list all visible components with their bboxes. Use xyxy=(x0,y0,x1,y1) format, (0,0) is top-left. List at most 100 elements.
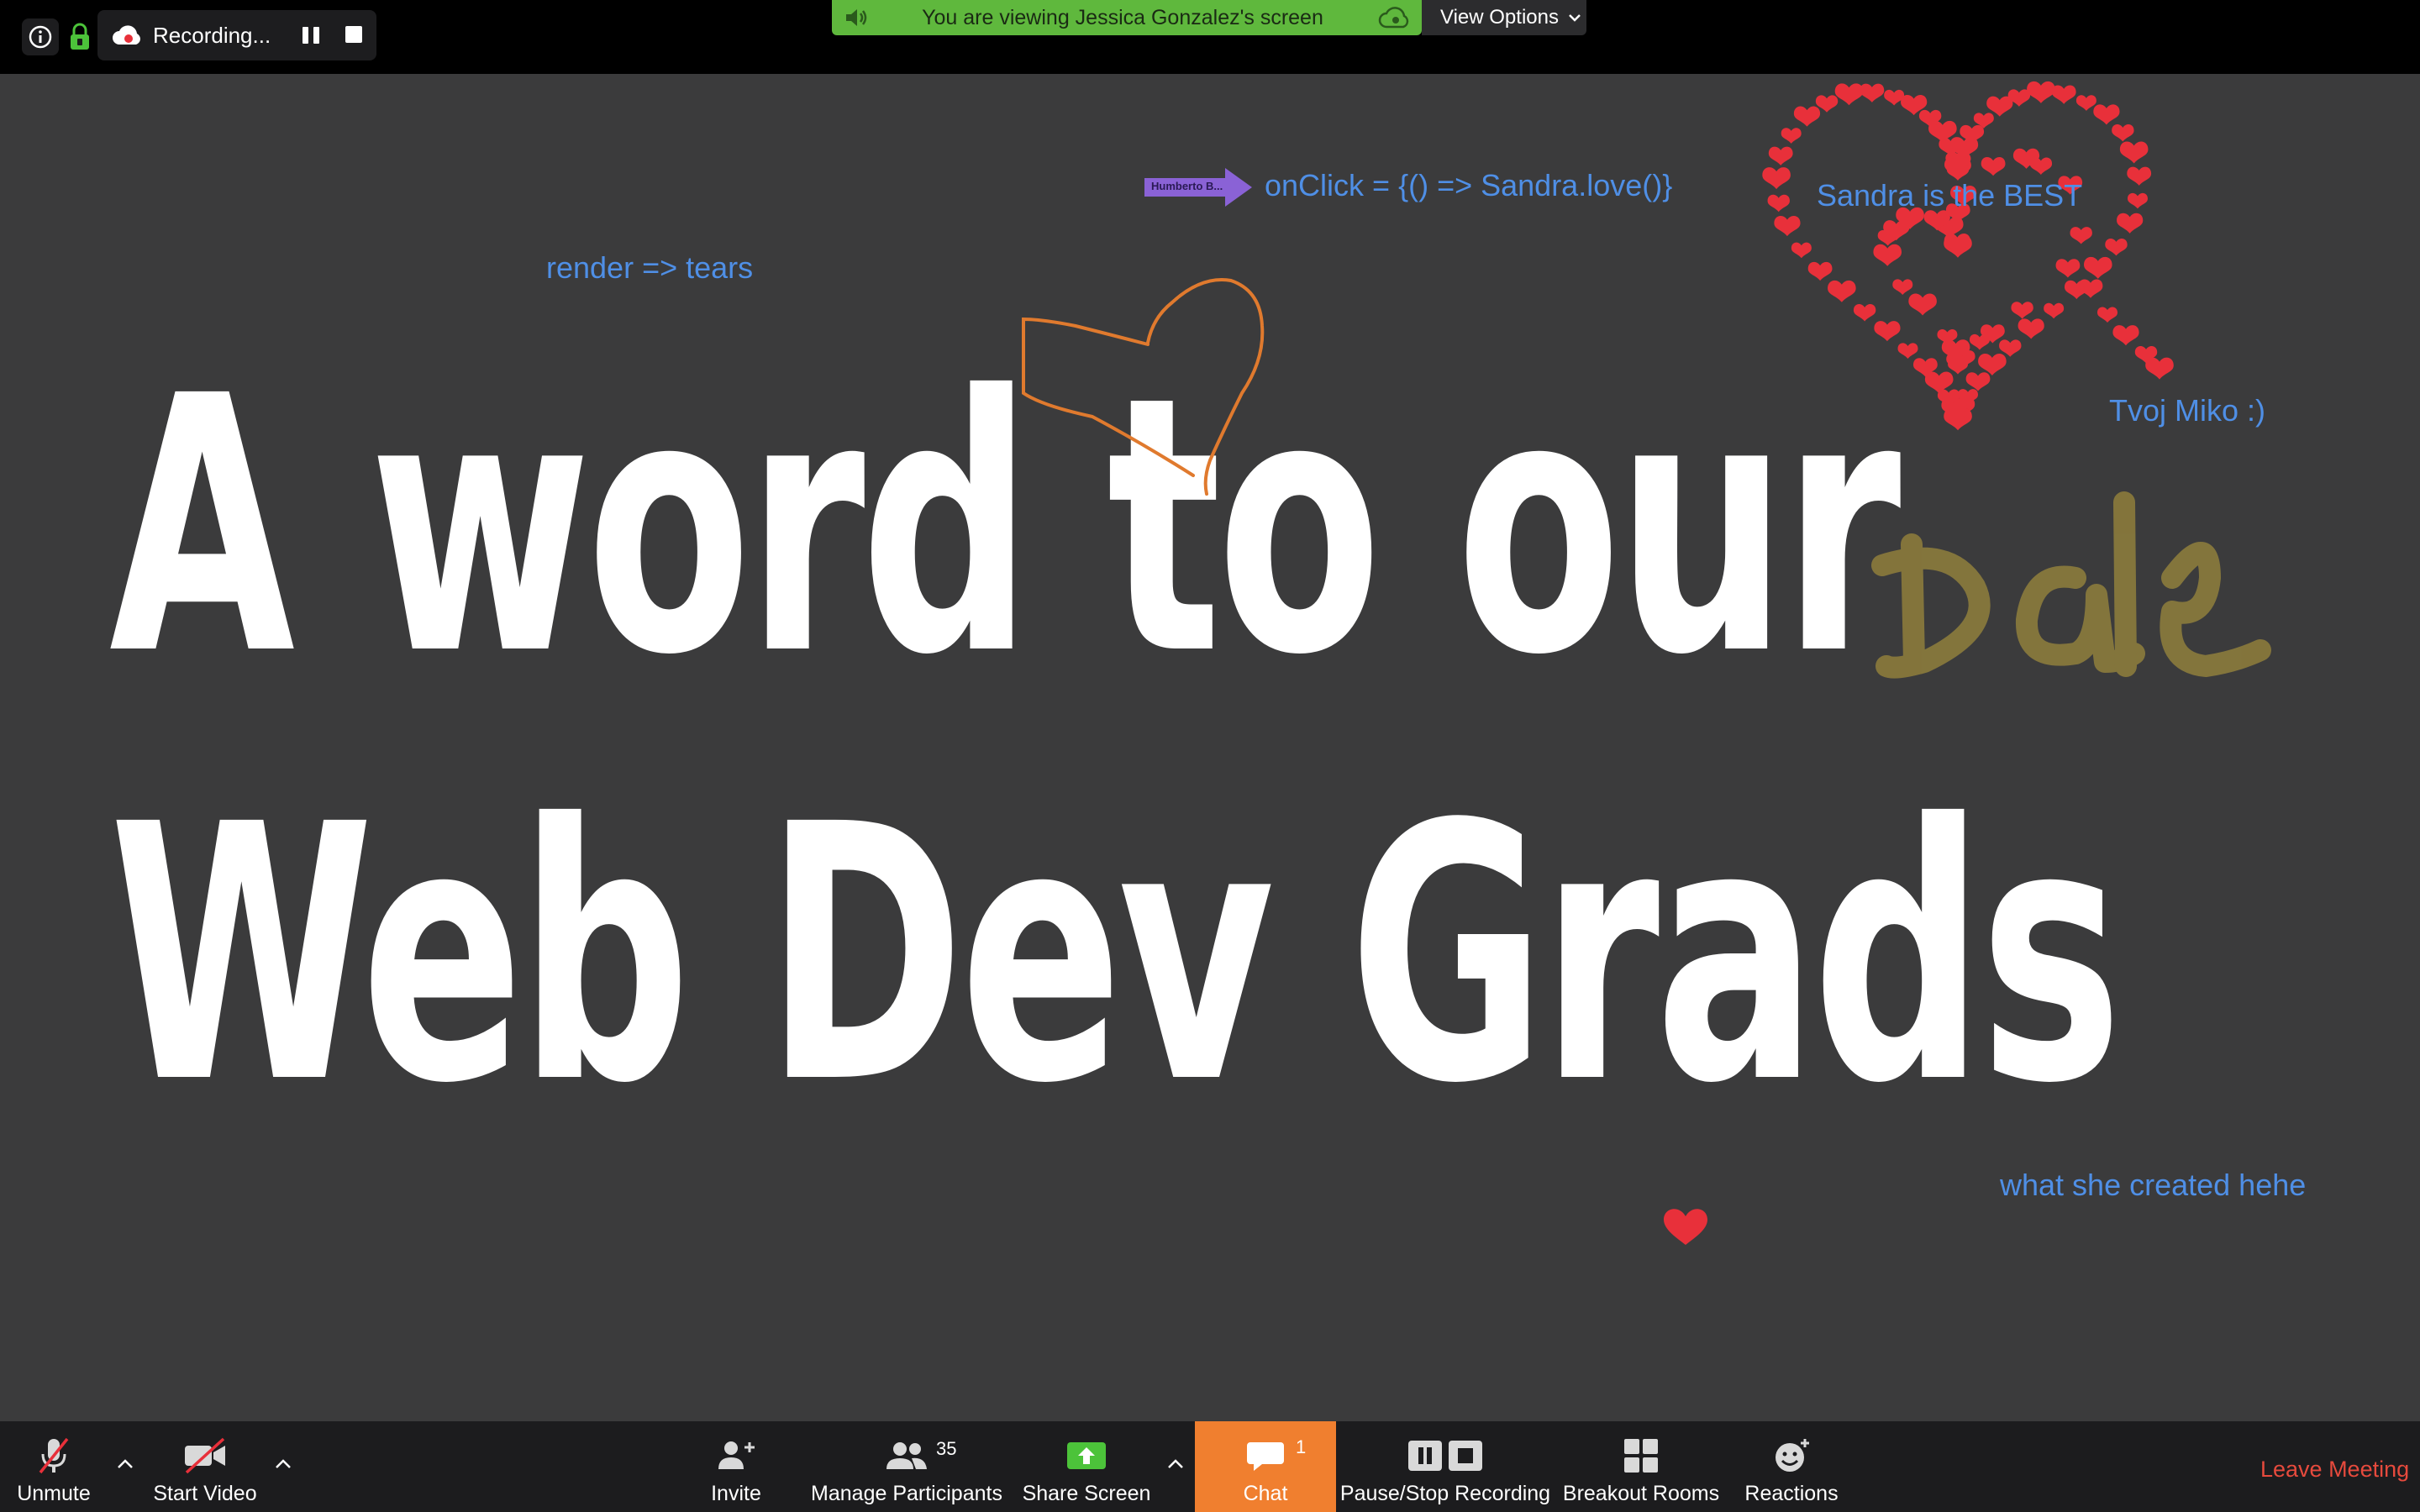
small-heart xyxy=(1944,235,1972,258)
pause-stop-icons xyxy=(1403,1435,1487,1477)
small-heart xyxy=(2070,227,2092,244)
start-video-button[interactable]: Start Video xyxy=(146,1421,264,1512)
add-person-icon xyxy=(711,1435,761,1477)
small-heart xyxy=(2127,192,2148,209)
pause-stop-recording-label: Pause/Stop Recording xyxy=(1339,1482,1551,1505)
small-heart xyxy=(2075,95,2096,111)
reactions-icon xyxy=(1766,1435,1817,1477)
small-heart xyxy=(1981,157,2006,176)
small-heart xyxy=(1944,408,1972,431)
view-options-label: View Options xyxy=(1440,6,1559,29)
manage-participants-button[interactable]: 35 Manage Participants xyxy=(811,1421,1002,1512)
small-heart xyxy=(1944,157,1971,178)
encryption-lock-button[interactable] xyxy=(66,18,94,55)
reactions-button[interactable]: Reactions xyxy=(1744,1421,1839,1512)
small-heart xyxy=(1793,106,1821,127)
slide-title-line-2: Web Dev Grads xyxy=(109,750,2123,1161)
small-heart xyxy=(1781,128,1802,144)
share-screen-icon xyxy=(1061,1435,1112,1477)
small-heart xyxy=(1973,113,1994,129)
leave-meeting-button[interactable]: Leave Meeting xyxy=(2260,1457,2409,1483)
small-heart xyxy=(1834,83,1864,106)
breakout-rooms-icon xyxy=(1616,1435,1666,1477)
video-options-caret[interactable] xyxy=(271,1452,296,1477)
participants-count: 35 xyxy=(936,1438,957,1459)
small-heart xyxy=(1892,279,1913,295)
small-heart xyxy=(1774,216,1801,237)
small-heart xyxy=(1912,358,1938,377)
small-heart xyxy=(1946,353,1969,370)
annotator-name: Humberto B... xyxy=(1151,180,1223,192)
small-heart xyxy=(2027,81,2055,103)
share-options-caret[interactable] xyxy=(1163,1452,1188,1477)
small-heart xyxy=(1901,95,1928,116)
stop-recording-button[interactable] xyxy=(345,26,362,43)
chat-button[interactable]: 1 Chat xyxy=(1195,1421,1336,1512)
meeting-toolbar: Unmute Start Video Invite 35 Manage Part… xyxy=(0,1421,2420,1512)
info-icon xyxy=(29,25,52,49)
share-screen-label: Share Screen xyxy=(1022,1482,1151,1505)
small-heart xyxy=(1934,216,1964,239)
unmute-button[interactable]: Unmute xyxy=(12,1421,96,1512)
small-heart xyxy=(1960,124,1985,144)
cloud-record-icon xyxy=(111,18,145,52)
pause-stop-recording-button[interactable]: Pause/Stop Recording xyxy=(1339,1421,1551,1512)
shared-screen: A word to our Web Dev Grads Humberto B..… xyxy=(0,74,2420,1421)
start-video-label: Start Video xyxy=(153,1482,257,1505)
breakout-rooms-button[interactable]: Breakout Rooms xyxy=(1561,1421,1721,1512)
meeting-info-button[interactable] xyxy=(22,18,59,55)
chevron-up-icon xyxy=(276,1459,291,1468)
small-heart xyxy=(1883,220,1910,241)
small-heart xyxy=(1947,409,1968,426)
small-heart xyxy=(1768,146,1793,165)
small-heart xyxy=(2007,89,2031,107)
small-heart xyxy=(1815,95,1839,113)
small-heart xyxy=(1949,137,1979,160)
invite-button[interactable]: Invite xyxy=(702,1421,770,1512)
small-heart xyxy=(2112,124,2134,142)
chat-label: Chat xyxy=(1243,1482,1288,1505)
recording-label: Recording... xyxy=(153,22,271,48)
invite-label: Invite xyxy=(711,1482,761,1505)
small-heart xyxy=(1986,96,2013,117)
small-heart xyxy=(1969,333,1990,350)
pause-recording-button[interactable] xyxy=(299,24,323,47)
small-heart xyxy=(1924,371,1954,394)
small-heart xyxy=(2018,318,2044,339)
share-screen-button[interactable]: Share Screen xyxy=(1023,1421,1150,1512)
small-heart xyxy=(2083,256,2112,279)
cloud-record-icon xyxy=(1378,7,1409,29)
note-onclick: onClick = {() => Sandra.love()} xyxy=(1265,168,1673,202)
small-heart xyxy=(1897,343,1918,359)
small-heart xyxy=(1860,83,1885,102)
audio-options-caret[interactable] xyxy=(113,1452,138,1477)
small-heart xyxy=(1807,261,1833,281)
small-heart xyxy=(2105,238,2128,256)
small-heart xyxy=(1945,411,1970,430)
dale-handwriting xyxy=(1871,491,2271,679)
small-heart xyxy=(2112,325,2139,346)
small-heart xyxy=(1965,372,1991,391)
note-render-tears: render => tears xyxy=(546,250,754,285)
recording-indicator: Recording... xyxy=(97,10,376,60)
small-heart xyxy=(1939,138,1964,157)
note-tvoj-miko: Tvoj Miko :) xyxy=(2109,393,2266,428)
small-heart xyxy=(1944,233,1970,255)
small-heart xyxy=(2051,85,2076,104)
view-options-dropdown[interactable]: View Options xyxy=(1422,0,1586,35)
small-heart xyxy=(1762,167,1791,190)
viewing-banner-text: You are viewing Jessica Gonzalez's scree… xyxy=(922,5,1323,29)
annotation-drawings xyxy=(1022,81,2271,1245)
microphone-muted-icon xyxy=(29,1435,79,1477)
small-heart xyxy=(2134,345,2158,364)
small-heart xyxy=(2012,148,2040,169)
pause-icon-bar xyxy=(313,27,319,44)
participants-icon: 35 xyxy=(877,1435,956,1477)
chevron-down-icon xyxy=(1569,14,1581,22)
small-heart xyxy=(2093,104,2120,125)
small-heart xyxy=(2119,141,2149,164)
annotator-pointer: Humberto B... xyxy=(1144,168,1252,207)
small-heart xyxy=(1949,396,1975,417)
small-heart xyxy=(1941,398,1968,419)
small-heart xyxy=(2078,279,2103,298)
